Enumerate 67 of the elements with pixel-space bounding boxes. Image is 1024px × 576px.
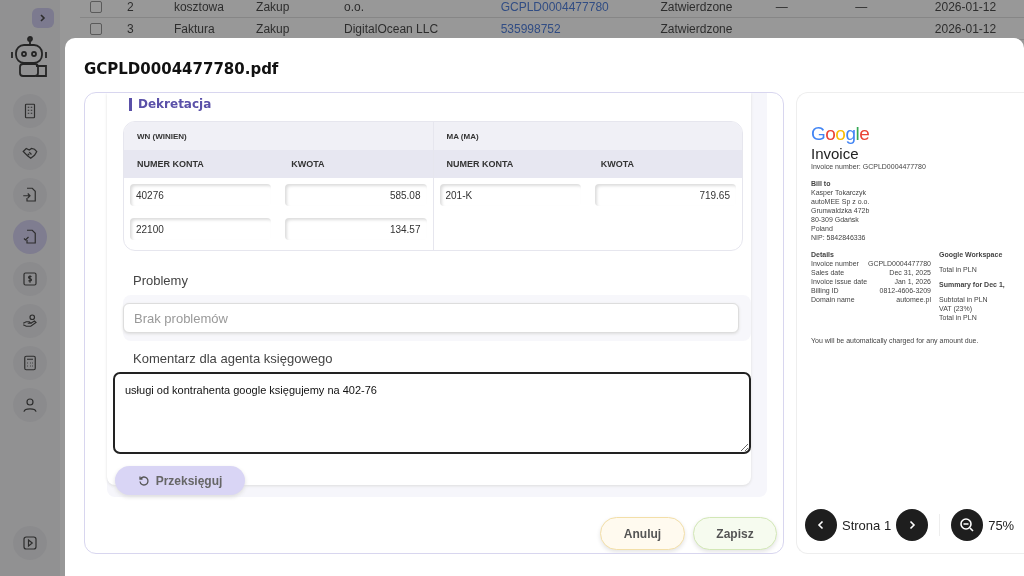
refresh-icon bbox=[137, 474, 150, 487]
sidebar-item[interactable] bbox=[13, 346, 47, 380]
hand-coin-icon bbox=[21, 312, 39, 330]
sidebar-item[interactable] bbox=[13, 220, 47, 254]
sidebar-item[interactable] bbox=[13, 178, 47, 212]
next-page-button[interactable] bbox=[896, 509, 929, 541]
file-check-icon bbox=[21, 228, 39, 246]
calculator-icon bbox=[21, 354, 39, 372]
field-label: Problemy bbox=[133, 273, 188, 288]
table-cell: 2026-01-12 bbox=[934, 21, 997, 36]
previous-page-button[interactable] bbox=[805, 509, 837, 541]
column-header: NUMER KONTA bbox=[446, 159, 514, 169]
repost-button[interactable]: Przeksięguj bbox=[115, 466, 245, 495]
row-checkbox[interactable] bbox=[90, 22, 102, 35]
section-title: Dekretacja bbox=[138, 97, 212, 111]
chevron-right-icon bbox=[907, 520, 918, 530]
table-cell: 3 bbox=[126, 21, 134, 36]
cancel-button[interactable]: Anuluj bbox=[600, 517, 685, 550]
group-header: MA (MA) bbox=[446, 131, 479, 141]
save-button[interactable]: Zapisz bbox=[693, 517, 777, 550]
sidebar-item[interactable] bbox=[13, 94, 47, 128]
group-header: WN (WINIEN) bbox=[137, 131, 187, 141]
sidebar-item[interactable] bbox=[13, 304, 47, 338]
account-field[interactable]: 40276 bbox=[130, 184, 272, 206]
invoice-heading: Invoice bbox=[811, 145, 859, 162]
account-field[interactable]: 22100 bbox=[130, 218, 272, 240]
comment-field[interactable]: usługi od kontrahenta google księgujemy na 402-76 bbox=[113, 372, 751, 454]
field-label: Komentarz dla agenta księgowego bbox=[133, 351, 333, 366]
problems-field[interactable]: Brak problemów bbox=[123, 303, 739, 333]
table-cell: 2026-01-12 bbox=[934, 0, 997, 14]
amount-field[interactable]: 585.08 bbox=[285, 184, 427, 206]
file-in-icon bbox=[21, 186, 39, 204]
play-square-icon bbox=[21, 534, 39, 552]
dialog-title: GCPLD0004477780.pdf bbox=[84, 60, 279, 78]
column-header: KWOTA bbox=[291, 159, 325, 169]
sidebar-item[interactable] bbox=[13, 136, 47, 170]
account-field[interactable]: 201-K bbox=[439, 184, 581, 206]
column-header: KWOTA bbox=[600, 159, 635, 169]
expand-button[interactable] bbox=[32, 8, 54, 28]
table-cell: Zatwierdzone bbox=[660, 0, 733, 14]
table-cell: 2 bbox=[126, 0, 134, 14]
table-cell: Zakup bbox=[256, 0, 290, 14]
column-header: NUMER KONTA bbox=[137, 159, 204, 169]
chevron-right-icon bbox=[38, 13, 48, 23]
table-cell: Zatwierdzone bbox=[660, 21, 733, 36]
chevron-left-icon bbox=[816, 520, 826, 530]
zoom-out-button[interactable] bbox=[951, 509, 984, 541]
sidebar-item[interactable] bbox=[13, 388, 47, 422]
dollar-icon bbox=[21, 270, 39, 288]
table-cell: DigitalOcean LLC bbox=[344, 21, 439, 36]
table-cell: — bbox=[775, 0, 788, 14]
table-cell: Zakup bbox=[256, 21, 290, 36]
table-cell: Faktura bbox=[173, 21, 215, 36]
row-checkbox[interactable] bbox=[90, 0, 102, 13]
zoom-level: 75% bbox=[988, 517, 1015, 533]
table-cell: o.o. bbox=[344, 0, 365, 14]
user-icon bbox=[21, 396, 39, 414]
page-label: Strona 1 bbox=[842, 517, 892, 533]
sidebar-item[interactable] bbox=[13, 526, 47, 560]
sidebar-item[interactable] bbox=[13, 262, 47, 296]
robot-logo-icon bbox=[10, 36, 50, 78]
zoom-out-icon bbox=[959, 517, 976, 533]
google-logo: Google bbox=[811, 123, 870, 144]
table-cell: kosztowa bbox=[173, 0, 224, 14]
amount-field[interactable]: 134.57 bbox=[285, 218, 427, 240]
table-cell: — bbox=[855, 0, 868, 14]
amount-field[interactable]: 719.65 bbox=[594, 184, 736, 206]
